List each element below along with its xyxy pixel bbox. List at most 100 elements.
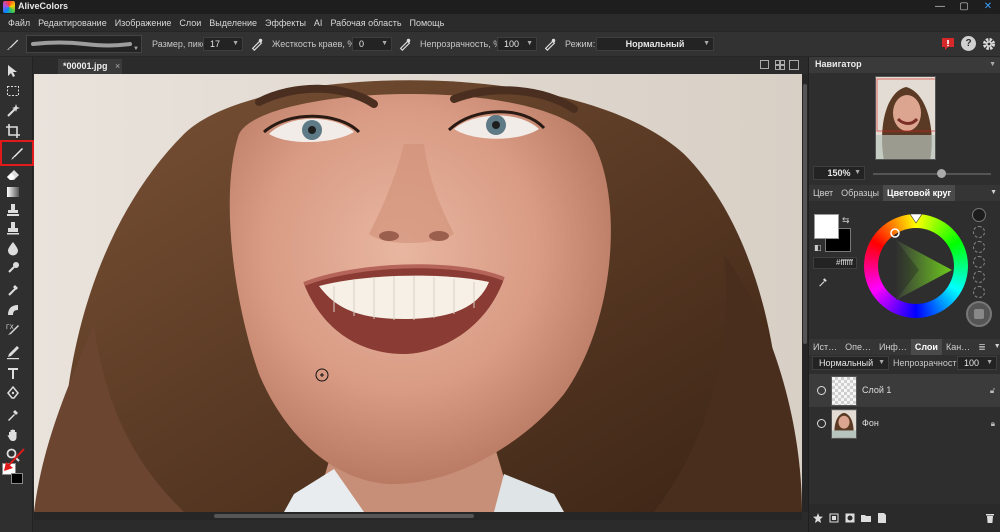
color-mode-button[interactable]	[966, 301, 992, 327]
tab-operations[interactable]: Опе…	[841, 339, 875, 355]
blur-icon[interactable]	[5, 260, 21, 276]
harmony-5-icon[interactable]	[973, 286, 985, 298]
tab-channels[interactable]: Кан…	[942, 339, 974, 355]
tab-color-wheel[interactable]: Цветовой круг	[883, 185, 956, 201]
pen-icon[interactable]	[5, 385, 21, 401]
app-logo	[3, 1, 15, 13]
menu-effects[interactable]: Эффекты	[261, 18, 310, 28]
tab-color[interactable]: Цвет	[809, 185, 837, 201]
tab-swatches[interactable]: Образцы	[837, 185, 883, 201]
horizontal-scroll-thumb[interactable]	[214, 514, 474, 518]
notification-icon[interactable]	[940, 36, 956, 52]
chevron-down-icon[interactable]: ▼	[989, 57, 996, 72]
harmony-3-icon[interactable]	[973, 256, 985, 268]
reset-colors-icon[interactable]: ◧	[814, 243, 822, 252]
brush-tool-icon[interactable]	[0, 140, 34, 166]
pressure-opacity-icon[interactable]	[543, 37, 557, 51]
panel-menu-icon[interactable]: ≣	[974, 339, 990, 355]
window-view-icon[interactable]	[789, 60, 799, 70]
document-tabs: *00001.jpg ×	[34, 57, 802, 74]
document-tab[interactable]: *00001.jpg ×	[58, 59, 122, 74]
gear-icon[interactable]	[981, 36, 997, 52]
lock-icon[interactable]: 🔓︎	[990, 386, 995, 396]
size-field[interactable]: 17 ▼	[203, 37, 243, 51]
layer-row-layer1[interactable]: Слой 1 🔓︎	[809, 374, 1000, 407]
menu-select[interactable]: Выделение	[205, 18, 261, 28]
chevron-down-icon[interactable]: ▼	[986, 185, 1000, 201]
menu-file[interactable]: Файл	[4, 18, 34, 28]
annotation-arrow	[0, 447, 28, 475]
navigator-header[interactable]: Навигатор ▼	[809, 57, 1000, 73]
zoom-field[interactable]: 150% ▼	[813, 166, 865, 180]
image-canvas[interactable]	[34, 74, 802, 512]
eyedropper-icon[interactable]	[5, 407, 21, 423]
zoom-slider-handle[interactable]	[937, 169, 946, 178]
crop-icon[interactable]	[5, 123, 21, 139]
document-icon[interactable]	[760, 60, 769, 69]
tab-layers[interactable]: Слои	[910, 339, 942, 355]
navigator-thumbnail[interactable]	[875, 76, 936, 160]
move-tool-icon[interactable]	[5, 63, 21, 79]
pressure-size-icon[interactable]	[250, 37, 264, 51]
stamp-icon[interactable]	[5, 202, 21, 218]
menu-help[interactable]: Помощь	[406, 18, 449, 28]
wheel-mode-icon[interactable]	[972, 208, 986, 222]
swap-colors-icon[interactable]: ⇆	[842, 215, 850, 226]
layer-style-icon[interactable]	[829, 513, 839, 523]
text-icon[interactable]	[5, 365, 21, 381]
eyedropper-icon[interactable]	[817, 276, 829, 288]
zoom-slider[interactable]	[873, 173, 991, 175]
new-layer-icon[interactable]	[877, 513, 887, 523]
star-icon[interactable]	[813, 513, 823, 523]
horizontal-scrollbar[interactable]	[34, 512, 802, 520]
selection-tool-icon[interactable]	[5, 83, 21, 99]
layer-thumbnail	[831, 409, 857, 439]
magic-wand-icon[interactable]	[5, 103, 21, 119]
layer-row-background[interactable]: Фон 🔒︎	[809, 407, 1000, 440]
color-wheel[interactable]	[864, 214, 968, 318]
folder-icon[interactable]	[861, 513, 871, 523]
eraser-icon[interactable]	[5, 166, 21, 182]
minimize-button[interactable]: —	[928, 0, 952, 14]
eye-icon[interactable]	[817, 419, 826, 428]
gradient-icon[interactable]	[5, 184, 21, 200]
sponge-icon[interactable]	[5, 302, 21, 318]
help-icon[interactable]: ?	[961, 36, 976, 51]
tab-info[interactable]: Инф…	[875, 339, 911, 355]
maximize-button[interactable]: ▢	[952, 0, 976, 14]
menu-edit[interactable]: Редактирование	[34, 18, 111, 28]
eye-icon[interactable]	[817, 386, 826, 395]
drop-icon[interactable]	[5, 240, 21, 256]
pressure-hardness-icon[interactable]	[398, 37, 412, 51]
smudge-icon[interactable]	[5, 282, 21, 298]
blend-mode-select[interactable]: Нормальный ▼	[596, 37, 714, 51]
clone-icon[interactable]	[5, 220, 21, 236]
layer-blend-mode-select[interactable]: Нормальный ▼	[812, 356, 889, 370]
menu-ai[interactable]: AI	[310, 18, 327, 28]
menu-image[interactable]: Изображение	[111, 18, 176, 28]
lock-icon[interactable]: 🔒︎	[991, 419, 995, 429]
mask-icon[interactable]	[845, 513, 855, 523]
chevron-down-icon[interactable]: ▼	[990, 339, 1000, 355]
brush-preset-picker[interactable]: ▼	[26, 35, 142, 53]
close-tab-icon[interactable]: ×	[115, 61, 120, 71]
harmony-1-icon[interactable]	[973, 226, 985, 238]
hardness-field[interactable]: 0 ▼	[352, 37, 392, 51]
pencil-icon[interactable]	[5, 344, 21, 360]
tab-history[interactable]: Ист…	[809, 339, 841, 355]
hex-color-field[interactable]: #ffffff	[813, 257, 857, 269]
harmony-2-icon[interactable]	[973, 241, 985, 253]
harmony-4-icon[interactable]	[973, 271, 985, 283]
opacity-field[interactable]: 100 ▼	[497, 37, 537, 51]
foreground-color[interactable]	[814, 214, 839, 239]
right-panel: Навигатор ▼ 150% ▼ Цвет Образцы Цветовой …	[808, 57, 1000, 532]
vertical-scroll-thumb[interactable]	[803, 84, 807, 344]
menu-workspace[interactable]: Рабочая область	[326, 18, 405, 28]
close-button[interactable]: ✕	[976, 0, 1000, 14]
layer-opacity-field[interactable]: 100 ▼	[957, 356, 997, 370]
menu-layers[interactable]: Слои	[175, 18, 205, 28]
hand-icon[interactable]	[5, 427, 21, 443]
trash-icon[interactable]	[985, 513, 995, 523]
color-replace-icon[interactable]: ГХ	[5, 322, 21, 338]
grid-view-icon[interactable]	[775, 60, 785, 70]
